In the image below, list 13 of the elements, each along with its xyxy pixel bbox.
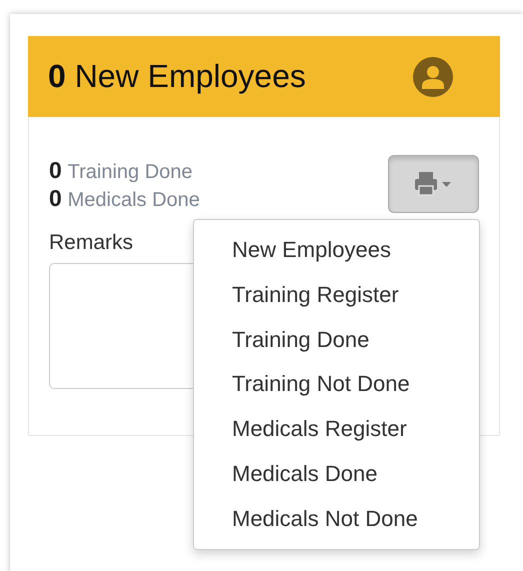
- remarks-label: Remarks: [49, 231, 134, 255]
- menu-item[interactable]: Training Done: [232, 318, 370, 362]
- user-icon: [413, 56, 453, 96]
- menu-item[interactable]: Medicals Not Done: [232, 496, 418, 542]
- menu-item[interactable]: New Employees: [232, 228, 391, 273]
- menu-item[interactable]: Medicals Done: [232, 452, 378, 497]
- menu-item[interactable]: Training Register: [232, 272, 399, 318]
- menu-item[interactable]: Training Not Done: [232, 362, 410, 408]
- print-button[interactable]: [388, 155, 479, 213]
- menu-item[interactable]: Medicals Register: [232, 407, 407, 452]
- stat-text: 0 Training Done: [49, 157, 194, 185]
- panel-title: 0 New Employees: [48, 58, 306, 95]
- stat-text: 0 Medicals Done: [49, 185, 200, 213]
